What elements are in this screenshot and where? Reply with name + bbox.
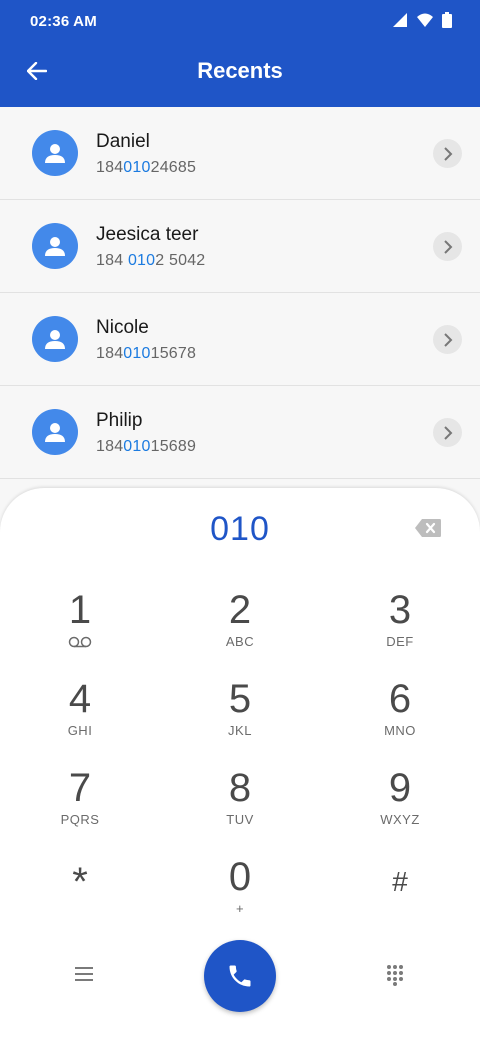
avatar bbox=[32, 130, 78, 176]
key-8[interactable]: 8 TUV bbox=[180, 766, 300, 846]
battery-icon bbox=[442, 12, 452, 28]
recents-list: Daniel 18401024685 Jeesica teer 184 0102… bbox=[0, 107, 480, 479]
phone-icon bbox=[229, 965, 251, 987]
page-title: Recents bbox=[197, 58, 283, 83]
key-5[interactable]: 5 JKL bbox=[180, 677, 300, 757]
contact-row[interactable]: Nicole 18401015678 bbox=[0, 293, 480, 386]
contact-name: Nicole bbox=[96, 317, 149, 338]
contact-number: 18401024685 bbox=[96, 159, 197, 176]
dialpad-toggle-button[interactable] bbox=[386, 964, 404, 991]
contact-number: 184 0102 5042 bbox=[96, 252, 206, 269]
key-1[interactable]: 1 bbox=[20, 588, 140, 668]
contact-number: 18401015678 bbox=[96, 345, 197, 362]
key-2[interactable]: 2 ABC bbox=[180, 588, 300, 668]
status-time: 02:36 AM bbox=[30, 13, 97, 30]
person-icon bbox=[45, 237, 65, 256]
status-icons bbox=[392, 12, 452, 28]
dialed-number: 010 bbox=[210, 510, 270, 548]
contact-row[interactable]: Daniel 18401024685 bbox=[0, 107, 480, 200]
avatar bbox=[32, 316, 78, 362]
contact-details-button[interactable] bbox=[433, 139, 462, 168]
chevron-right-icon bbox=[443, 239, 452, 254]
contact-row[interactable]: Jeesica teer 184 0102 5042 bbox=[0, 200, 480, 293]
voicemail-icon bbox=[68, 636, 92, 648]
backspace-button[interactable] bbox=[414, 518, 442, 538]
contact-number: 18401015689 bbox=[96, 438, 197, 455]
contact-details-button[interactable] bbox=[433, 418, 462, 447]
backspace-icon bbox=[415, 519, 441, 537]
key-6[interactable]: 6 MNO bbox=[340, 677, 460, 757]
key-star[interactable]: * bbox=[20, 860, 140, 940]
chevron-right-icon bbox=[443, 332, 452, 347]
chevron-right-icon bbox=[443, 425, 452, 440]
person-icon bbox=[45, 144, 65, 163]
signal-icon bbox=[393, 13, 407, 27]
wifi-icon bbox=[417, 13, 433, 27]
dialpad-sheet: 010 1 2 ABC 3 DEF 4 GHI 5 JKL 6 MNO 7 PQ… bbox=[0, 488, 480, 1040]
key-9[interactable]: 9 WXYZ bbox=[340, 766, 460, 846]
contact-row[interactable]: Philip 18401015689 bbox=[0, 386, 480, 479]
contact-name: Jeesica teer bbox=[96, 224, 199, 245]
person-icon bbox=[45, 423, 65, 442]
dialer-screen: 02:36 AM Recents Daniel 18401024685 Jees… bbox=[0, 0, 480, 1040]
key-3[interactable]: 3 DEF bbox=[340, 588, 460, 668]
key-4[interactable]: 4 GHI bbox=[20, 677, 140, 757]
contact-details-button[interactable] bbox=[433, 232, 462, 261]
person-icon bbox=[45, 330, 65, 349]
menu-icon bbox=[75, 967, 93, 981]
avatar bbox=[32, 409, 78, 455]
contact-details-button[interactable] bbox=[433, 325, 462, 354]
avatar bbox=[32, 223, 78, 269]
dialpad-grid-icon bbox=[387, 965, 403, 986]
key-7[interactable]: 7 PQRS bbox=[20, 766, 140, 846]
key-0[interactable]: 0 + bbox=[180, 855, 300, 935]
key-hash[interactable]: # bbox=[340, 860, 460, 940]
chevron-right-icon bbox=[443, 146, 452, 161]
call-button[interactable] bbox=[204, 940, 276, 1012]
contact-name: Daniel bbox=[96, 131, 150, 152]
contact-name: Philip bbox=[96, 410, 143, 431]
app-header: 02:36 AM Recents bbox=[0, 0, 480, 107]
menu-button[interactable] bbox=[74, 966, 94, 987]
